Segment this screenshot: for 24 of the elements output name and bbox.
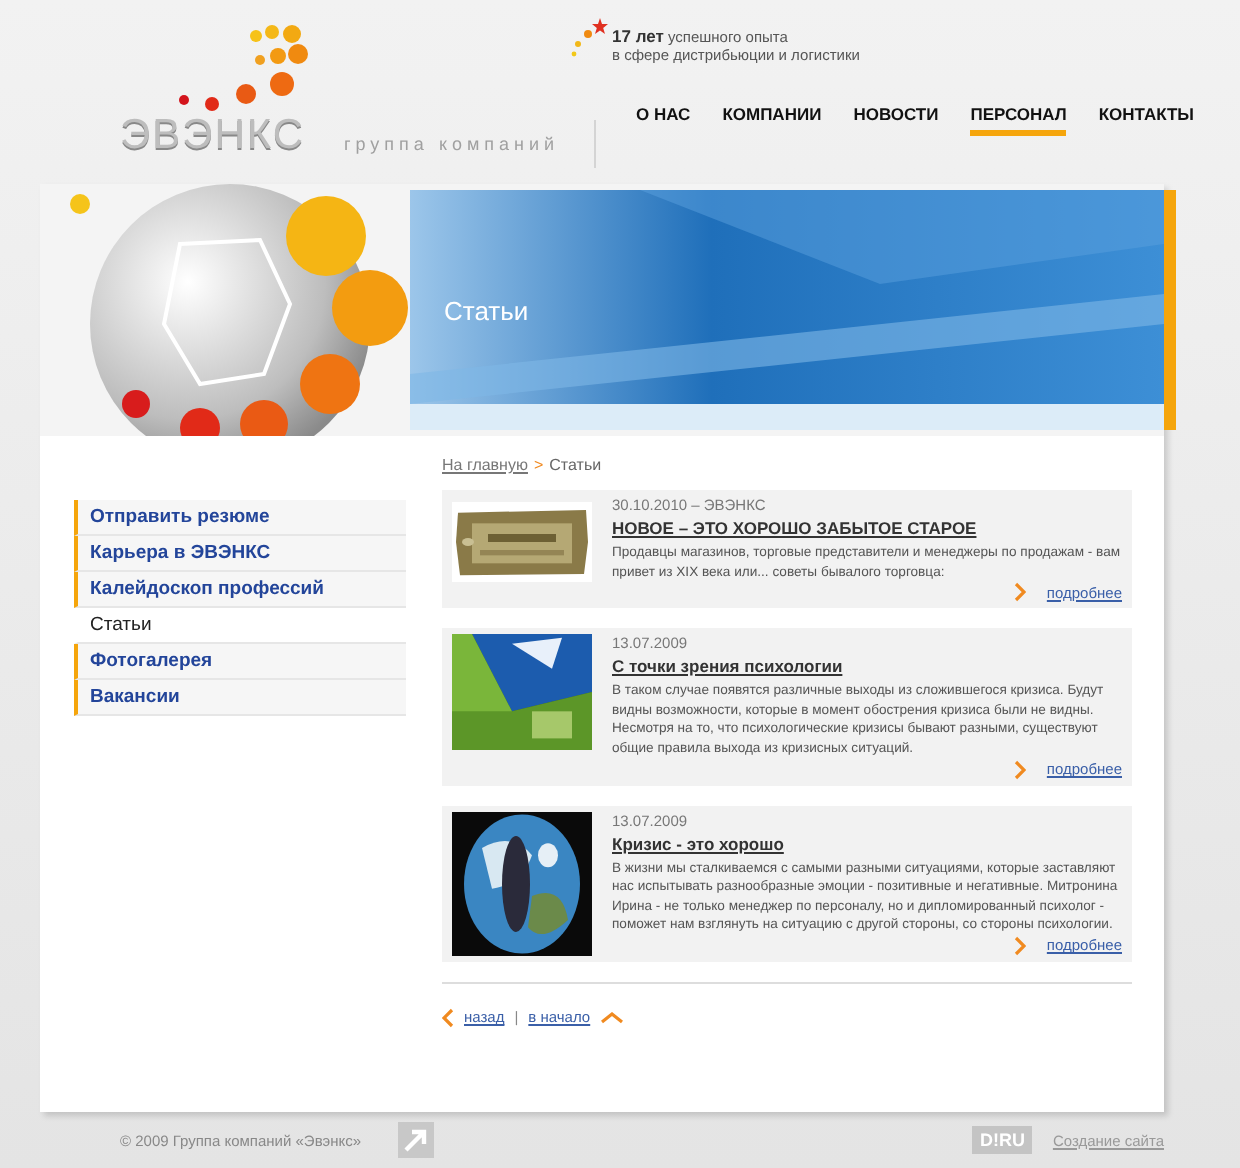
nav-link[interactable]: ПЕРСОНАЛ — [970, 104, 1067, 136]
stars-icon — [568, 16, 608, 60]
page-title: Статьи — [444, 296, 529, 326]
nav-link[interactable]: КОМПАНИИ — [722, 104, 822, 136]
breadcrumb-link[interactable]: На главную — [442, 456, 528, 474]
article-title-link[interactable]: НОВОЕ – ЭТО ХОРОШО ЗАБЫТОЕ СТАРОЕ — [612, 518, 1122, 538]
sidebar-item[interactable]: Отправить резюме — [74, 500, 406, 536]
sidebar-item[interactable]: Карьера в ЭВЭНКС — [74, 536, 406, 572]
chevron-left-icon — [442, 1007, 454, 1028]
article-title-link[interactable]: С точки зрения психологии — [612, 656, 1122, 677]
chevron-right-icon — [1014, 582, 1027, 603]
article-title-link[interactable]: Кризис - это хорошо — [612, 833, 1122, 854]
breadcrumb-current: Статьи — [549, 456, 602, 474]
nav-link[interactable]: О НАС — [636, 104, 691, 136]
sidebar-item[interactable]: Вакансии — [74, 680, 406, 716]
chevron-right-icon — [1014, 935, 1027, 956]
breadcrumb-separator: > — [533, 456, 544, 474]
nav-link[interactable]: НОВОСТИ — [853, 104, 939, 136]
sidebar-item[interactable]: Калейдоскоп профессий — [74, 572, 406, 608]
chevron-right-icon — [1014, 759, 1027, 780]
company-tagline: группа компаний — [320, 120, 596, 168]
chevron-up-icon — [600, 1011, 625, 1024]
nav-link[interactable]: КОНТАКТЫ — [1098, 104, 1194, 136]
sidebar-item[interactable]: Фотогалерея — [74, 644, 406, 680]
